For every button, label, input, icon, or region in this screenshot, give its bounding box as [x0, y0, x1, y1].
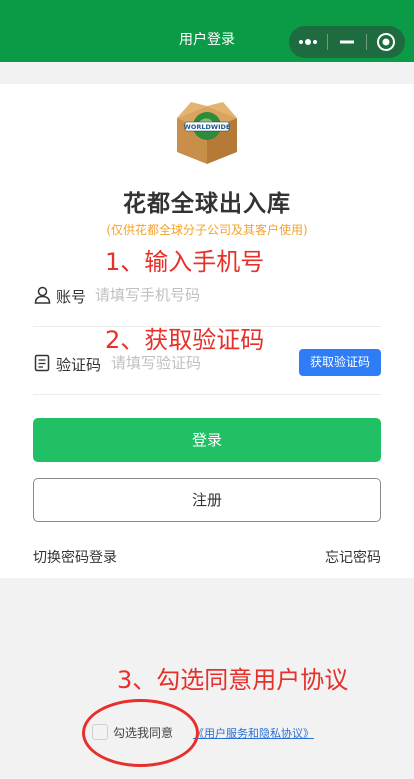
login-button[interactable]: 登录	[33, 418, 381, 462]
worldwide-box-logo: WORLDWIDE	[171, 98, 243, 166]
code-input[interactable]	[111, 352, 291, 374]
app-subtitle: (仅供花都全球分子公司及其客户使用)	[106, 223, 308, 237]
svg-text:WORLDWIDE: WORLDWIDE	[184, 123, 231, 131]
more-dots-icon[interactable]	[289, 26, 327, 58]
annotation-step3: 3、勾选同意用户协议	[117, 666, 349, 694]
close-target-icon[interactable]	[367, 26, 405, 58]
app-title: 花都全球出入库	[123, 191, 291, 217]
document-icon	[34, 354, 50, 376]
register-button[interactable]: 注册	[33, 478, 381, 522]
minimize-icon[interactable]	[328, 26, 366, 58]
forgot-password-link[interactable]: 忘记密码	[325, 547, 381, 567]
account-input[interactable]	[95, 284, 365, 306]
code-label: 验证码	[56, 356, 102, 374]
mini-program-capsule	[289, 26, 405, 58]
divider	[33, 394, 381, 395]
user-icon	[34, 286, 51, 308]
switch-password-login-link[interactable]: 切换密码登录	[33, 547, 117, 567]
account-label: 账号	[56, 288, 87, 306]
get-code-button[interactable]: 获取验证码	[299, 349, 381, 376]
top-navbar: 用户登录	[0, 0, 414, 62]
annotation-step2: 2、获取验证码	[105, 326, 265, 354]
annotation-circle	[82, 699, 199, 767]
annotation-step1: 1、输入手机号	[105, 248, 265, 276]
agreement-link[interactable]: 《用户服务和隐私协议》	[193, 725, 314, 741]
